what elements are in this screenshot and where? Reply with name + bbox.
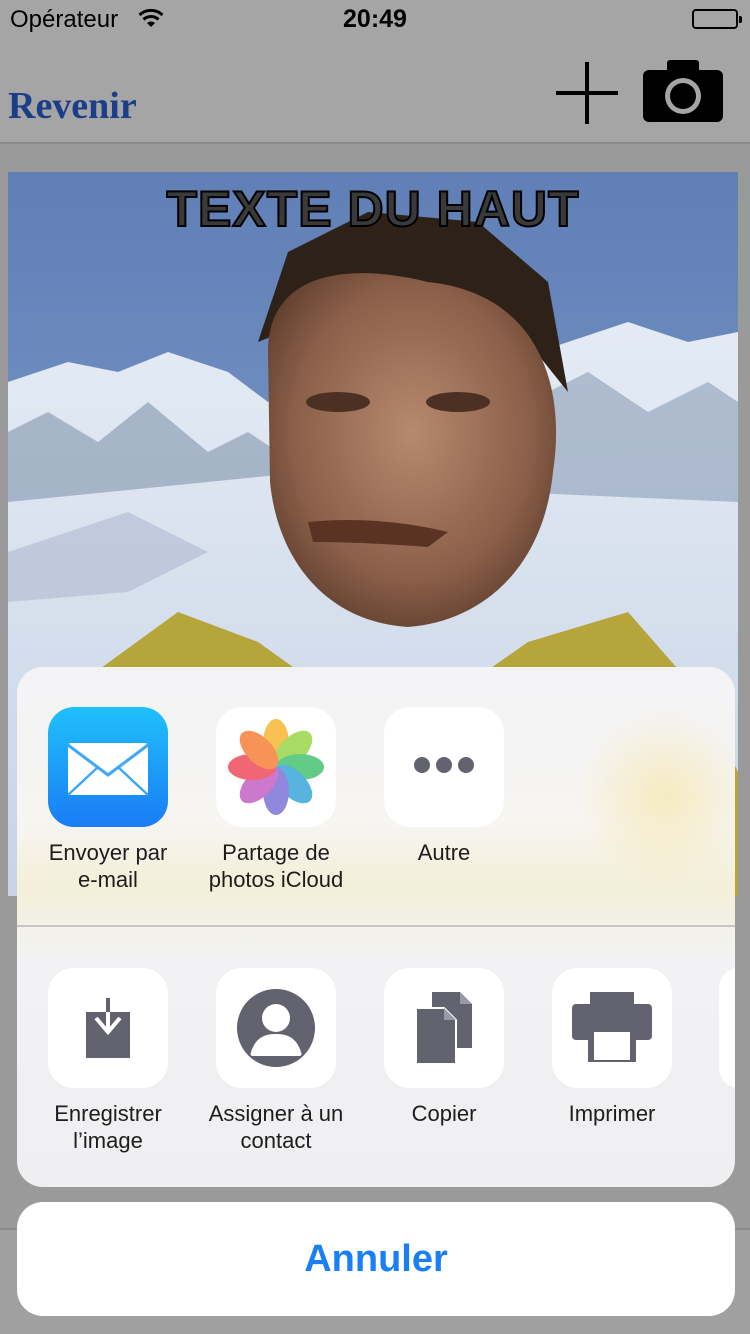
plus-icon[interactable] [556,62,618,124]
battery-icon [692,9,742,29]
action-save-image[interactable]: Enregistrer l’image [33,968,183,1154]
share-more-label: Autre [417,840,471,865]
action-save-image-label: Enregistrer l’image [54,1101,162,1153]
navigation-bar: Revenir [0,40,750,144]
action-partial-tile[interactable] [719,968,735,1088]
action-print[interactable]: Imprimer [537,968,687,1127]
action-assign-contact-label: Assigner à un contact [208,1101,344,1153]
copy-icon [384,968,504,1088]
more-icon [384,707,504,827]
status-bar: Opérateur 20:49 [0,0,750,40]
share-mail-label: Envoyer par e-mail [48,840,168,892]
action-copy[interactable]: Copier [369,968,519,1127]
clock: 20:49 [343,5,407,33]
back-button[interactable]: Revenir [8,84,137,128]
cancel-button[interactable]: Annuler [17,1202,735,1316]
meme-top-text[interactable]: TEXTE DU HAUT [8,180,738,238]
contact-icon [216,968,336,1088]
photos-icon [216,707,336,827]
save-image-icon [48,968,168,1088]
mail-icon [48,707,168,827]
camera-icon[interactable] [641,58,725,124]
share-icloud-photos-label: Partage de photos iCloud [208,840,344,892]
share-sheet: Envoyer par e-mail Partage de photos iCl… [17,667,735,1187]
share-mail[interactable]: Envoyer par e-mail [33,707,183,893]
action-copy-label: Copier [411,1101,477,1126]
action-print-label: Imprimer [568,1101,656,1126]
share-icloud-photos[interactable]: Partage de photos iCloud [201,707,351,893]
row-divider [17,925,735,927]
action-assign-contact[interactable]: Assigner à un contact [201,968,351,1154]
share-more[interactable]: Autre [369,707,519,866]
print-icon [552,968,672,1088]
